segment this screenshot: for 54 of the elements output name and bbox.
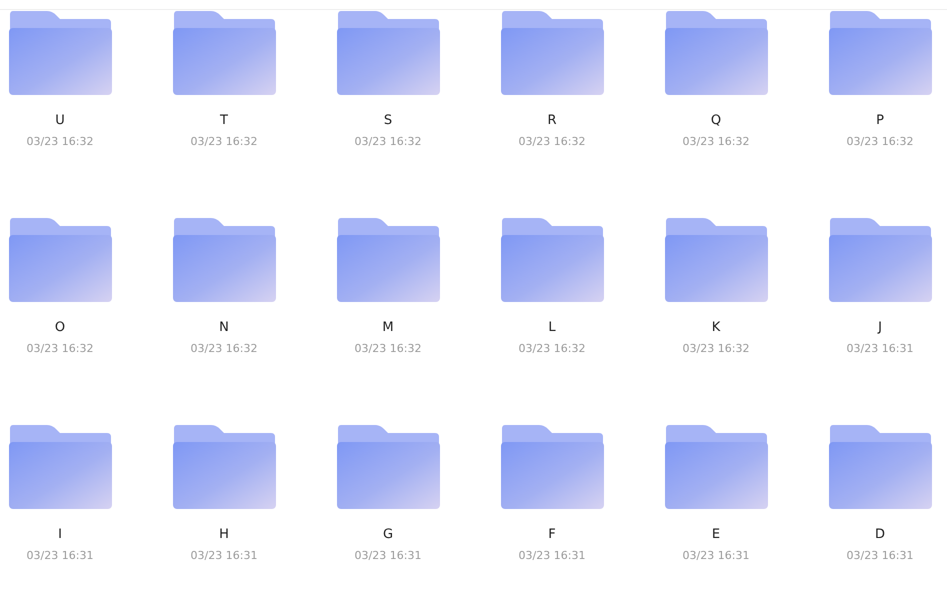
folder-icon[interactable] [8, 218, 112, 302]
modified-date: 03/23 16:31 [26, 549, 94, 563]
modified-date: 03/23 16:32 [26, 135, 94, 149]
folder-name: P [876, 113, 884, 129]
folder-icon[interactable] [664, 425, 768, 509]
folder-icon[interactable] [664, 218, 768, 302]
folder-icon[interactable] [172, 11, 276, 95]
folder-icon[interactable] [828, 218, 932, 302]
modified-date: 03/23 16:31 [846, 342, 914, 356]
modified-date: 03/23 16:32 [682, 342, 750, 356]
folder-icon[interactable] [8, 425, 112, 509]
modified-date: 03/23 16:32 [518, 135, 586, 149]
modified-date: 03/23 16:31 [190, 549, 258, 563]
folder-name: D [874, 527, 885, 543]
folder-icon[interactable] [336, 11, 440, 95]
folder-name: M [382, 320, 394, 336]
folder-name: I [58, 527, 62, 543]
folder-name: U [55, 113, 65, 129]
folder-name: L [548, 320, 556, 336]
folder-icon[interactable] [500, 11, 604, 95]
modified-date: 03/23 16:32 [26, 342, 94, 356]
folder-icon[interactable] [828, 11, 932, 95]
folder-icon[interactable] [336, 218, 440, 302]
folder-icon[interactable] [664, 11, 768, 95]
modified-date: 03/23 16:32 [190, 342, 258, 356]
folder-name: H [219, 527, 229, 543]
folder-name: R [547, 113, 557, 129]
modified-date: 03/23 16:31 [354, 549, 422, 563]
modified-date: 03/23 16:31 [682, 549, 750, 563]
modified-date: 03/23 16:32 [846, 135, 914, 149]
folder-icon[interactable] [336, 425, 440, 509]
modified-date: 03/23 16:31 [846, 549, 914, 563]
folder-icon[interactable] [8, 11, 112, 95]
modified-date: 03/23 16:32 [354, 342, 422, 356]
folder-name: E [712, 527, 720, 543]
modified-date: 03/23 16:31 [518, 549, 586, 563]
folder-icon[interactable] [828, 425, 932, 509]
folder-name: J [878, 320, 882, 336]
folder-name: G [382, 527, 394, 543]
folder-icon[interactable] [500, 218, 604, 302]
folder-name: N [219, 320, 229, 336]
folder-name: T [220, 113, 228, 129]
folder-icon[interactable] [500, 425, 604, 509]
folder-icon[interactable] [172, 425, 276, 509]
folder-name: S [384, 113, 392, 129]
modified-date: 03/23 16:32 [190, 135, 258, 149]
folder-name: K [712, 320, 720, 336]
modified-date: 03/23 16:32 [518, 342, 586, 356]
folder-name: Q [710, 113, 722, 129]
folder-icon[interactable] [172, 218, 276, 302]
folder-name: F [548, 527, 556, 543]
modified-date: 03/23 16:32 [682, 135, 750, 149]
modified-date: 03/23 16:32 [354, 135, 422, 149]
folder-name: O [54, 320, 66, 336]
